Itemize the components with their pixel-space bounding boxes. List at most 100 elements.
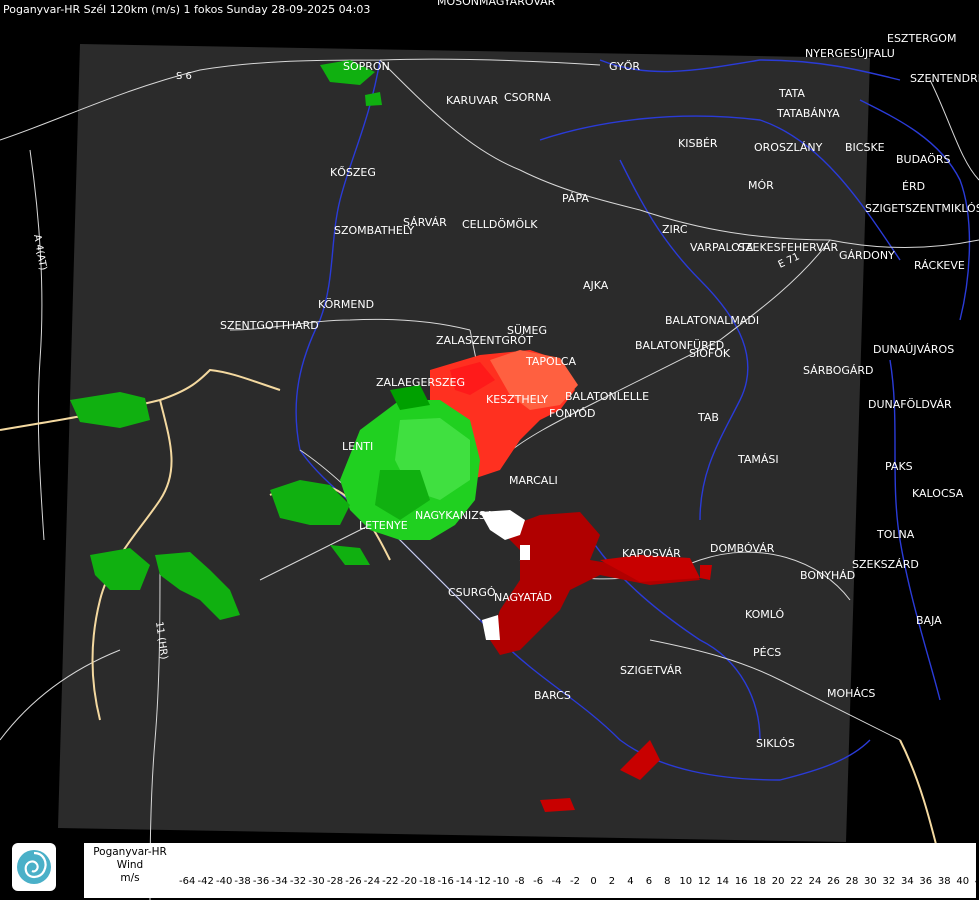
legend-tick: 42 bbox=[974, 876, 979, 887]
place-label: LENTI bbox=[342, 440, 373, 453]
place-label: KISBÉR bbox=[678, 137, 718, 150]
legend-tick: 20 bbox=[771, 876, 785, 887]
place-label: LETENYE bbox=[359, 519, 408, 532]
legend-line-product: Wind bbox=[116, 859, 144, 871]
place-label: SZEKSZÁRD bbox=[852, 558, 919, 571]
place-label: CSURGÓ bbox=[448, 586, 496, 599]
legend-tick: -14 bbox=[456, 876, 473, 887]
place-label: SOPRON bbox=[343, 60, 390, 73]
legend-tick: 0 bbox=[590, 876, 597, 887]
legend-tick: -24 bbox=[363, 876, 381, 887]
place-label: DOMBÓVÁR bbox=[710, 542, 775, 555]
legend-tick: 36 bbox=[919, 876, 933, 887]
place-label: TAPOLCA bbox=[525, 355, 576, 368]
road-label: S 6 bbox=[176, 71, 192, 82]
place-label: RÁCKEVE bbox=[914, 259, 965, 272]
place-label: KAPOSVÁR bbox=[622, 547, 681, 560]
place-label: PÁPA bbox=[562, 192, 589, 205]
place-label: DUNAFÖLDVÁR bbox=[868, 398, 952, 411]
place-label: BONYHÁD bbox=[800, 569, 855, 582]
legend-tick: 24 bbox=[808, 876, 822, 887]
legend-tick: -40 bbox=[216, 876, 233, 887]
place-label: ZALAEGERSZEG bbox=[376, 376, 465, 389]
legend-tick: -8 bbox=[514, 876, 525, 887]
place-label: SIÓFOK bbox=[689, 347, 731, 360]
place-label: NYERGESÚJFALU bbox=[805, 47, 895, 60]
place-label: SZENTGOTTHARD bbox=[220, 319, 319, 332]
legend-tick: 16 bbox=[734, 876, 748, 887]
legend-tick: 12 bbox=[697, 876, 711, 887]
place-label: DUNAÚJVÁROS bbox=[873, 343, 954, 356]
place-label: MARCALI bbox=[509, 474, 558, 487]
legend-tick: -64 bbox=[179, 876, 196, 887]
place-label: CSORNA bbox=[504, 91, 551, 104]
legend-tick: -32 bbox=[289, 876, 307, 887]
legend-tick: 6 bbox=[645, 876, 653, 887]
place-label: BUDAÖRS bbox=[896, 153, 951, 166]
place-label: NAGYATÁD bbox=[494, 591, 552, 604]
legend-tick: -6 bbox=[533, 876, 544, 887]
legend-tick-labels: -64 -42 -40 -38 -36 -34 -32 -30 -28 -26 -24 -22 -20-… bbox=[0, 876, 979, 890]
legend-tick: 18 bbox=[753, 876, 767, 887]
map-title: Poganyvar-HR Szél 120km (m/s) 1 fokos Su… bbox=[3, 3, 371, 16]
place-label: TAMÁSI bbox=[737, 453, 779, 466]
legend-tick: 26 bbox=[827, 876, 840, 887]
legend-tick: 38 bbox=[937, 876, 951, 887]
place-label: MOHÁCS bbox=[827, 687, 875, 700]
place-label: BICSKE bbox=[845, 141, 885, 154]
legend-tick: -4 bbox=[551, 876, 562, 887]
legend-tick: -38 bbox=[234, 876, 251, 887]
place-label: OROSZLÁNY bbox=[754, 141, 823, 154]
legend-tick: 4 bbox=[627, 876, 634, 887]
legend-tick: 40 bbox=[956, 876, 970, 887]
place-label: KALOCSA bbox=[912, 487, 964, 500]
place-label: BALATONLELLE bbox=[565, 390, 649, 403]
place-label: KESZTHELY bbox=[486, 393, 548, 406]
legend-tick: 2 bbox=[608, 876, 616, 887]
place-label: ZIRC bbox=[662, 223, 688, 236]
legend-tick: -2 bbox=[570, 876, 580, 887]
place-label: BAJA bbox=[916, 614, 942, 627]
legend-tick: -30 bbox=[308, 876, 325, 887]
legend-tick: -20 bbox=[400, 876, 417, 887]
legend-tick: 32 bbox=[882, 876, 896, 887]
place-label: ÉRD bbox=[902, 180, 925, 193]
place-label: SZEKESFEHERVAR bbox=[738, 241, 839, 254]
place-label: SÜMEG bbox=[507, 324, 547, 337]
place-label: GYŐR bbox=[609, 59, 640, 73]
legend-tick: -42 bbox=[197, 876, 214, 887]
place-label: CELLDÖMÖLK bbox=[462, 218, 538, 231]
place-label: PÉCS bbox=[753, 646, 781, 659]
place-label: MÓR bbox=[748, 179, 774, 192]
legend-tick: 22 bbox=[790, 876, 803, 887]
place-label: ESZTERGOM bbox=[887, 32, 956, 45]
legend-tick: -12 bbox=[474, 876, 491, 887]
place-label: SÁRBOGÁRD bbox=[803, 364, 874, 377]
place-label: AJKA bbox=[583, 279, 609, 292]
legend-tick: 10 bbox=[679, 876, 693, 887]
legend-tick: -36 bbox=[252, 876, 270, 887]
place-label: SÁRVÁR bbox=[403, 216, 447, 229]
place-label: MOSONMAGYARÓVÁR bbox=[437, 0, 556, 8]
place-label: BALATONALMADI bbox=[665, 314, 759, 327]
place-label: KŐSZEG bbox=[330, 165, 376, 179]
place-label: BARCS bbox=[534, 689, 571, 702]
place-label: KÖRMEND bbox=[318, 298, 374, 311]
place-label: GÁRDONY bbox=[839, 249, 895, 262]
legend-tick: -22 bbox=[382, 876, 399, 887]
place-label: SZIGETVÁR bbox=[620, 664, 682, 677]
legend-tick: -16 bbox=[437, 876, 454, 887]
legend-line-station: Poganyvar-HR bbox=[93, 846, 167, 858]
place-label: TATABÁNYA bbox=[776, 107, 840, 120]
legend-tick: -26 bbox=[345, 876, 362, 887]
place-label: SZIGETSZENTMIKLÓS bbox=[865, 202, 979, 215]
legend-tick: -10 bbox=[492, 876, 510, 887]
legend-tick: -18 bbox=[419, 876, 436, 887]
place-label: KARUVAR bbox=[446, 94, 499, 107]
place-label: FONYÓD bbox=[549, 407, 595, 420]
place-label: TATA bbox=[778, 87, 805, 100]
legend-tick: -28 bbox=[326, 876, 344, 887]
place-label: TOLNA bbox=[876, 528, 915, 541]
legend-tick: 28 bbox=[845, 876, 859, 887]
legend-tick: -34 bbox=[271, 876, 288, 887]
